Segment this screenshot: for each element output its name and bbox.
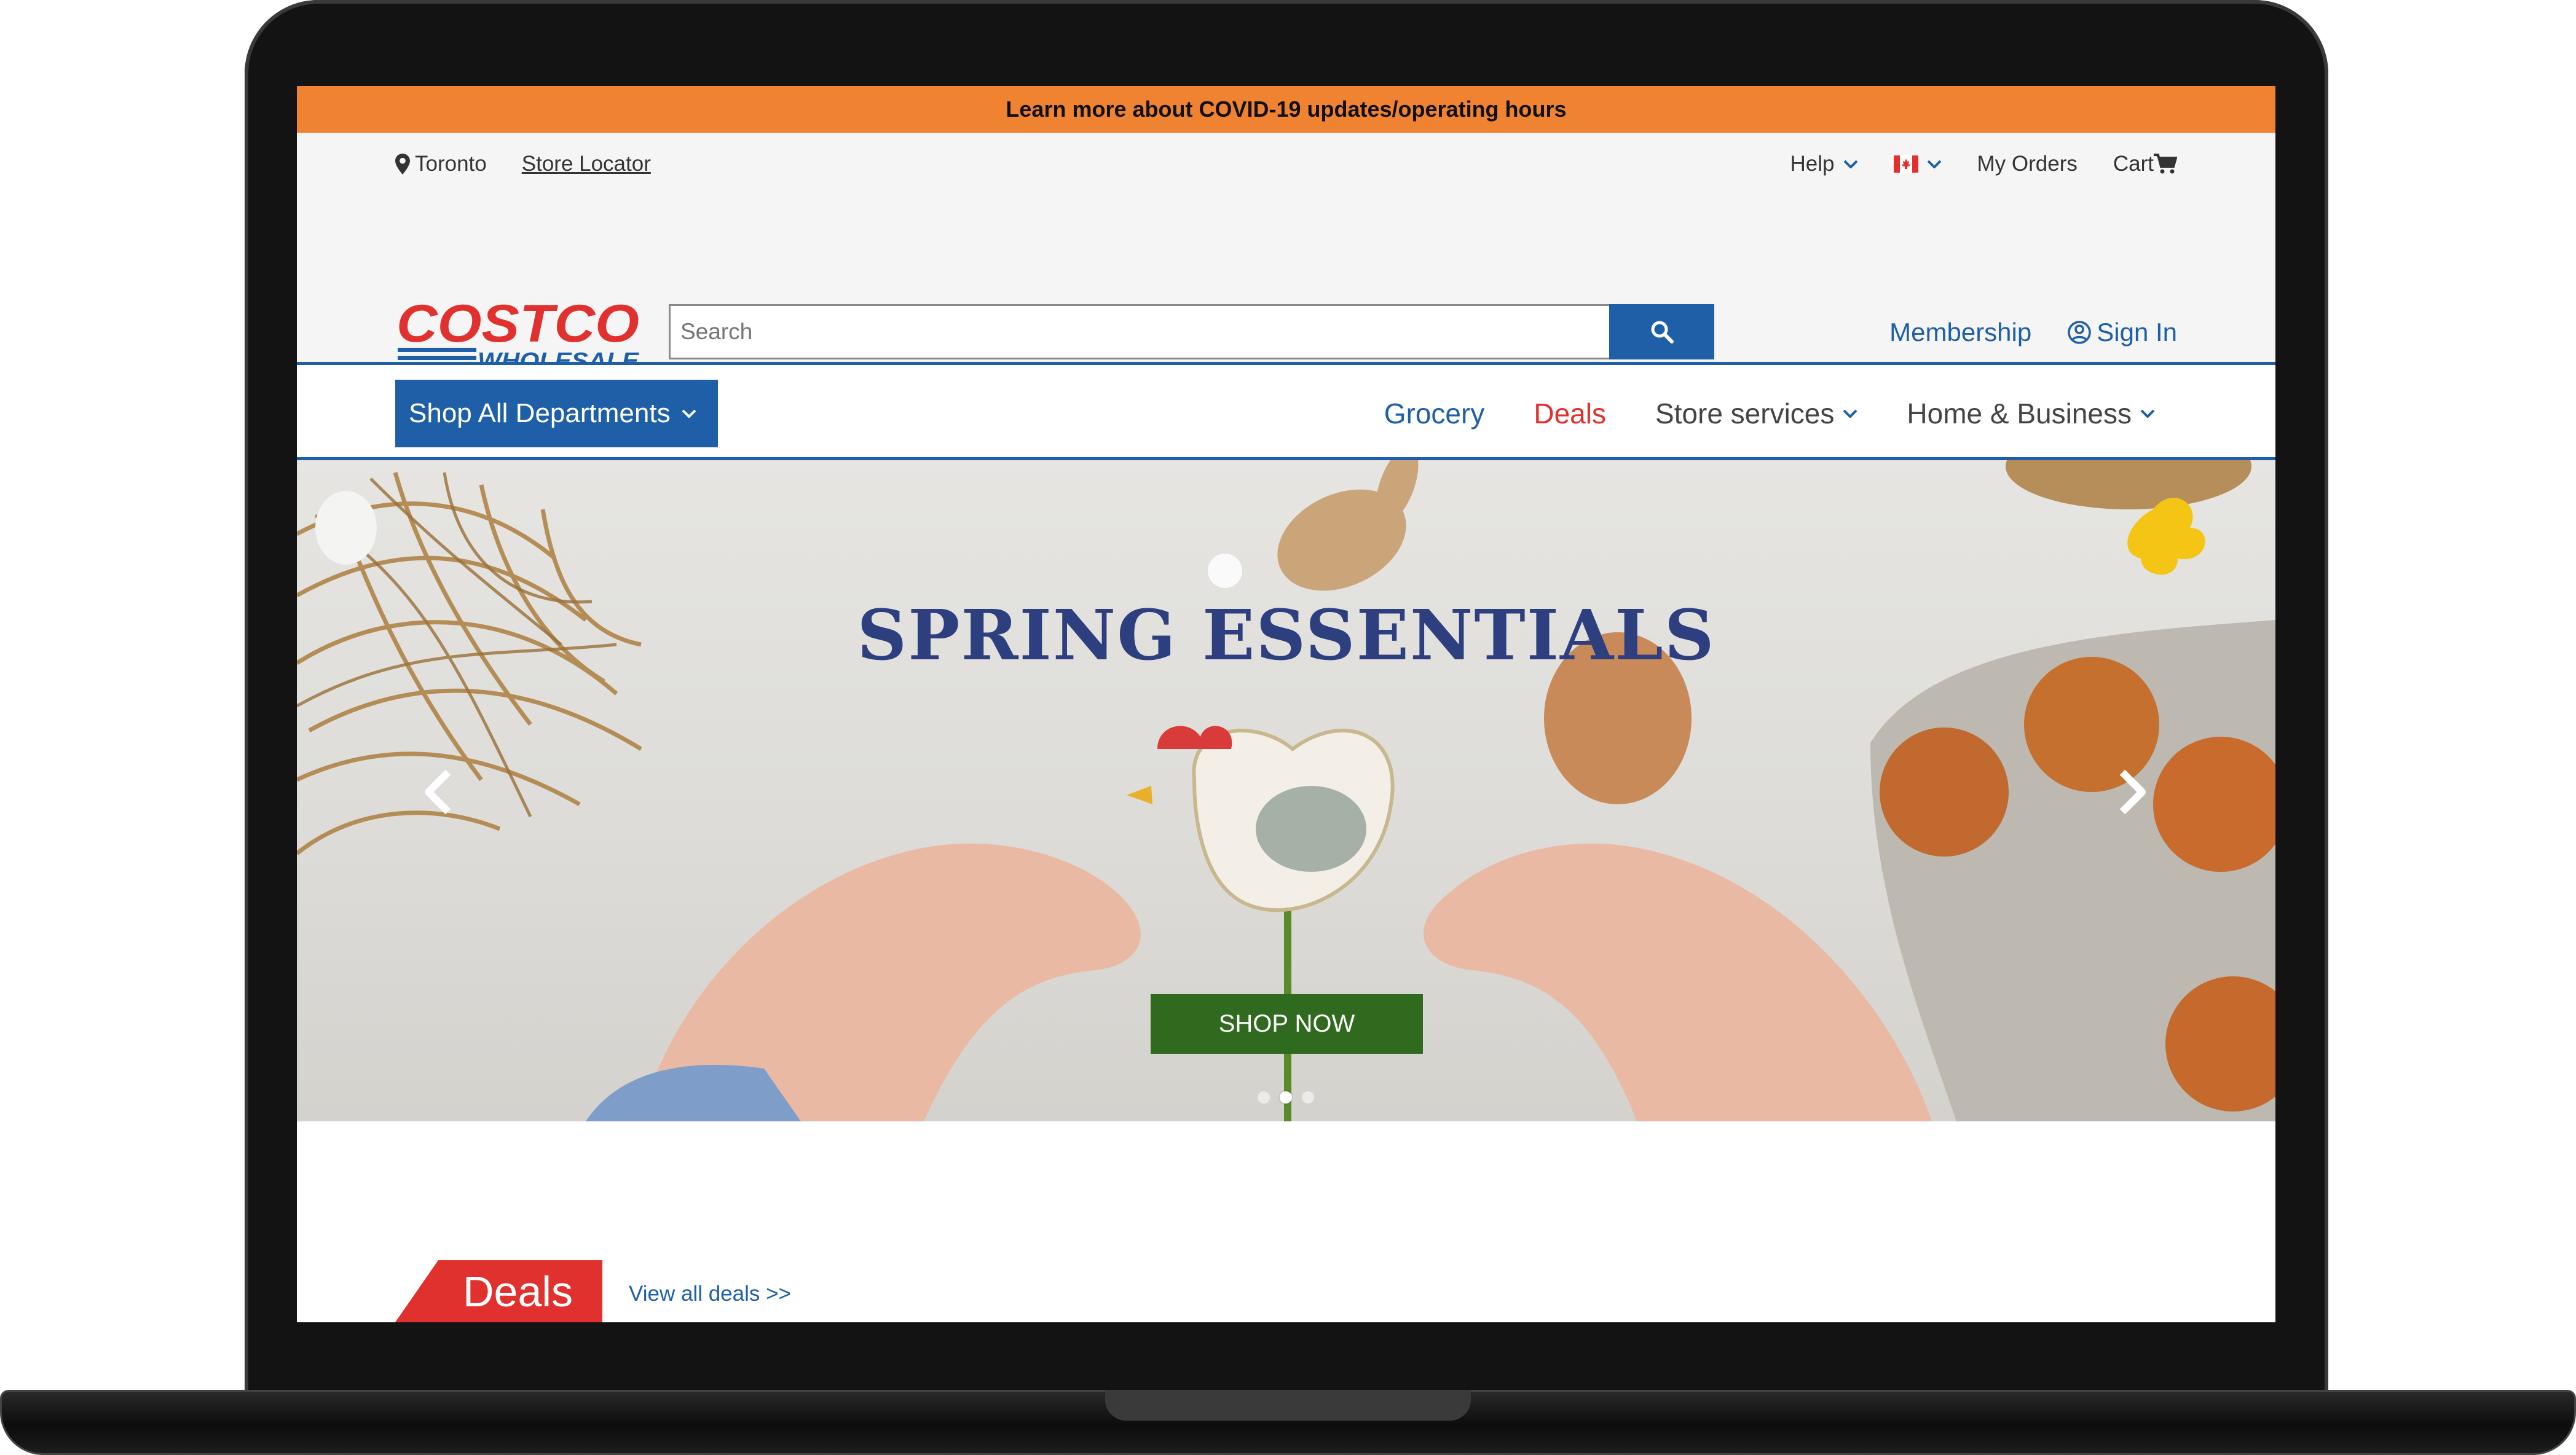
- search-input[interactable]: [669, 304, 1609, 359]
- nav-deals-label[interactable]: Deals: [1534, 397, 1606, 430]
- hero-carousel: SPRING ESSENTIALS SHOP NOW: [297, 460, 2275, 1121]
- main-nav: Shop All Departments Grocery Deals Store…: [297, 362, 2275, 460]
- user-circle-icon: [2068, 321, 2091, 344]
- laptop-notch: [1105, 1390, 1471, 1421]
- store-locator-link[interactable]: Store Locator: [522, 152, 651, 176]
- country-selector[interactable]: [1893, 155, 1942, 173]
- carousel-prev-arrow[interactable]: [420, 767, 457, 817]
- logo-top-text: COSTCO: [396, 297, 639, 353]
- shop-now-label[interactable]: SHOP NOW: [1219, 1010, 1355, 1038]
- help-menu[interactable]: Help: [1790, 152, 1858, 176]
- nav-grocery-label[interactable]: Grocery: [1384, 397, 1485, 430]
- nav-store-services-label[interactable]: Store services: [1655, 397, 1834, 430]
- view-all-deals-link[interactable]: View all deals >>: [629, 1282, 791, 1306]
- nav-home-business-label[interactable]: Home & Business: [1907, 397, 2132, 430]
- deals-badge-label: Deals: [463, 1267, 573, 1316]
- costco-logo[interactable]: COSTCO WHOLESALE: [396, 297, 641, 370]
- membership-link[interactable]: Membership: [1889, 318, 2031, 347]
- nav-store-services[interactable]: Store services: [1655, 397, 1857, 430]
- shopping-cart-icon: [2154, 154, 2177, 174]
- covid-banner-text[interactable]: Learn more about COVID-19 updates/operat…: [1006, 96, 1566, 122]
- covid-banner[interactable]: Learn more about COVID-19 updates/operat…: [297, 86, 2275, 133]
- nav-deals[interactable]: Deals: [1534, 397, 1606, 430]
- sign-in-link[interactable]: Sign In: [2067, 318, 2177, 347]
- nav-links: Grocery Deals Store services Home & Busi…: [1384, 380, 2155, 447]
- utility-menu: Help My Orders Cart: [1755, 149, 2177, 179]
- nav-home-business[interactable]: Home & Business: [1907, 397, 2155, 430]
- shop-now-button[interactable]: SHOP NOW: [1151, 994, 1423, 1054]
- laptop-screen: Learn more about COVID-19 updates/operat…: [297, 86, 2275, 1322]
- chevron-down-icon: [1843, 160, 1857, 168]
- carousel-dots: [1258, 1091, 1324, 1104]
- carousel-dot-1[interactable]: [1258, 1091, 1270, 1104]
- shop-all-label[interactable]: Shop All Departments: [409, 398, 671, 429]
- nav-grocery[interactable]: Grocery: [1384, 397, 1485, 430]
- carousel-dot-3[interactable]: [1302, 1091, 1314, 1104]
- location-bar: Toronto Store Locator: [395, 149, 651, 179]
- carousel-dot-2[interactable]: [1280, 1091, 1292, 1104]
- map-pin-icon: [395, 154, 410, 175]
- chevron-down-icon: [1843, 409, 1857, 418]
- chevron-down-icon: [2140, 409, 2155, 418]
- search-bar: [669, 304, 1714, 359]
- my-orders-link[interactable]: My Orders: [1977, 152, 2078, 176]
- sign-in-label[interactable]: Sign In: [2097, 318, 2177, 347]
- cart-label[interactable]: Cart: [2113, 152, 2154, 176]
- account-area: Membership Sign In: [1889, 311, 2177, 354]
- cart-link[interactable]: Cart: [2113, 152, 2177, 176]
- canada-flag-icon: [1893, 155, 1918, 173]
- search-button[interactable]: [1609, 304, 1714, 359]
- deals-badge: Deals: [395, 1260, 602, 1322]
- help-label[interactable]: Help: [1790, 152, 1835, 176]
- my-orders-label[interactable]: My Orders: [1977, 152, 2078, 176]
- shop-all-departments-button[interactable]: Shop All Departments: [395, 380, 718, 447]
- search-icon: [1651, 321, 1674, 343]
- chevron-down-icon: [682, 409, 696, 418]
- carousel-next-arrow[interactable]: [2114, 767, 2151, 817]
- chevron-down-icon: [1927, 160, 1941, 168]
- hero-title: SPRING ESSENTIALS: [857, 595, 1715, 676]
- location-text[interactable]: Toronto: [415, 152, 487, 176]
